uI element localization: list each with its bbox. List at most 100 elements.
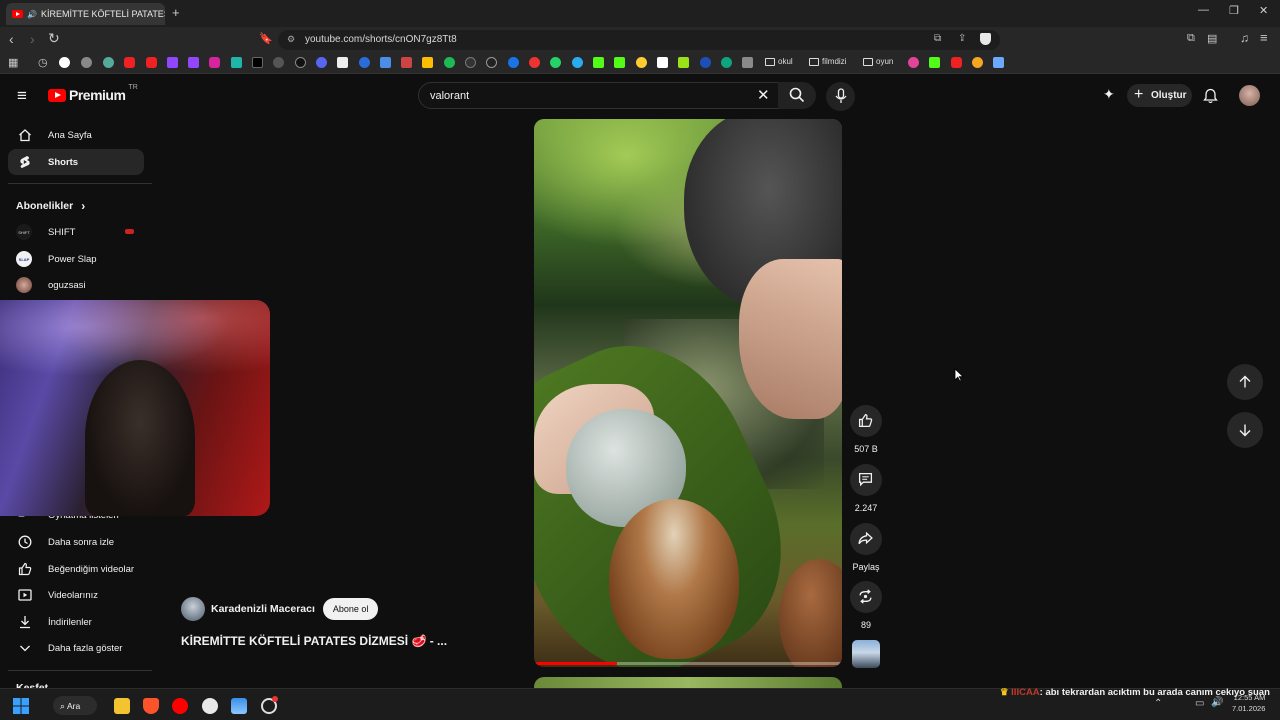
bookmark-icon-3[interactable]: [103, 57, 114, 68]
sidebar-item-your-videos[interactable]: Videolarınız: [8, 582, 144, 608]
subscriptions-heading[interactable]: Abonelikler ›: [16, 199, 85, 213]
bookmark-icon-16[interactable]: [359, 57, 370, 68]
taskbar-search[interactable]: ⌕ Ara: [53, 696, 97, 715]
reload-icon[interactable]: ↻: [48, 30, 60, 47]
instagram-bookmark-icon[interactable]: [209, 57, 220, 68]
like-button[interactable]: [850, 405, 882, 437]
restore-icon[interactable]: ❐: [1229, 4, 1239, 17]
bookmark-page-icon[interactable]: 🔖: [259, 32, 273, 45]
bookmark-icon-12[interactable]: [273, 57, 284, 68]
twitch-bookmark-icon[interactable]: [167, 57, 178, 68]
create-button[interactable]: + Oluştur: [1127, 84, 1192, 107]
sidebar-item-shorts[interactable]: Shorts: [8, 149, 144, 175]
star-bookmark-icon[interactable]: [972, 57, 983, 68]
voice-search-button[interactable]: [826, 82, 855, 111]
comments-button[interactable]: [850, 464, 882, 496]
brave-browser-icon[interactable]: [143, 698, 159, 714]
subscription-item-oguzsasi[interactable]: oguzsasi: [8, 272, 144, 298]
tiktok-bookmark-icon[interactable]: [295, 57, 306, 68]
bookmark-icon-10[interactable]: [231, 57, 242, 68]
file-explorer-icon[interactable]: [114, 698, 130, 714]
drive-bookmark-icon[interactable]: [422, 57, 433, 68]
remix-button[interactable]: [850, 581, 882, 613]
short-video-player[interactable]: [534, 119, 842, 667]
whatsapp-bookmark-icon[interactable]: [550, 57, 561, 68]
youtube-bookmark-icon-2[interactable]: [146, 57, 157, 68]
taskbar-clock[interactable]: 12:55 AM 7.01.2026: [1232, 692, 1265, 714]
share-page-icon[interactable]: ⇪: [958, 33, 966, 44]
apps-grid-icon[interactable]: ▦: [8, 56, 18, 69]
bookmark-icon-34[interactable]: [742, 57, 753, 68]
tray-network-icon[interactable]: ▭: [1195, 698, 1204, 709]
site-info-icon[interactable]: ⚙: [287, 34, 295, 45]
windows-start-icon[interactable]: [13, 698, 29, 714]
notifications-bell-icon[interactable]: [1203, 88, 1218, 104]
bookmark-icon-24[interactable]: [529, 57, 540, 68]
sidebar-item-show-more[interactable]: Daha fazla göster: [8, 635, 144, 661]
kick-bookmark-icon-3[interactable]: [929, 57, 940, 68]
bookmark-folder-okul[interactable]: okul: [765, 57, 793, 66]
kick-bookmark-icon-2[interactable]: [614, 57, 625, 68]
bookmark-icon-32[interactable]: [700, 57, 711, 68]
sound-thumbnail[interactable]: [852, 640, 880, 668]
account-avatar[interactable]: [1239, 85, 1260, 106]
share-button[interactable]: [850, 523, 882, 555]
open-in-app-icon[interactable]: ⧉: [934, 33, 941, 44]
google-bookmark-icon[interactable]: [59, 57, 70, 68]
url-field[interactable]: ⚙ youtube.com/shorts/cnON7gz8Tt8 ⧉ ⇪: [278, 30, 1000, 50]
next-short-button[interactable]: [1227, 412, 1263, 448]
subscription-item-shift[interactable]: SHIFT SHIFT: [8, 219, 144, 245]
app-icon-5[interactable]: [202, 698, 218, 714]
sidebar-item-liked-videos[interactable]: Beğendiğim videolar: [8, 556, 144, 582]
photos-app-icon[interactable]: [231, 698, 247, 714]
bookmark-icon-29[interactable]: [636, 57, 647, 68]
hamburger-menu-icon[interactable]: ≡: [17, 86, 27, 106]
window-close-icon[interactable]: ✕: [1259, 4, 1268, 17]
search-input[interactable]: valorant ✕: [418, 82, 780, 109]
bookmark-folder-oyun[interactable]: oyun: [863, 57, 893, 66]
bookmark-icon-42[interactable]: [993, 57, 1004, 68]
history-icon[interactable]: ◷: [38, 56, 48, 69]
clear-search-icon[interactable]: ✕: [757, 86, 770, 104]
discord-bookmark-icon[interactable]: [316, 57, 327, 68]
bookmark-icon-21[interactable]: [465, 57, 476, 68]
sidebar-item-watch-later[interactable]: Daha sonra izle: [8, 529, 144, 555]
video-progress-track[interactable]: [534, 662, 842, 665]
bookmark-folder-filmdizi[interactable]: filmdizi: [809, 57, 846, 66]
bookmark-icon-38[interactable]: [908, 57, 919, 68]
create-icon-cast[interactable]: ✦: [1103, 86, 1115, 103]
forward-icon[interactable]: ›: [30, 31, 35, 47]
bookmark-icon-17[interactable]: [380, 57, 391, 68]
short-title[interactable]: KİREMİTTE KÖFTELİ PATATES DİZMESİ 🥩 - ..…: [181, 634, 447, 648]
brave-shield-icon[interactable]: [980, 33, 991, 45]
bookmark-icon-33[interactable]: [721, 57, 732, 68]
next-short-preview[interactable]: [534, 677, 842, 688]
bookmark-icon-31[interactable]: [678, 57, 689, 68]
sidebar-item-downloads[interactable]: İndirilenler: [8, 609, 144, 635]
subscription-item-power-slap[interactable]: SLAP Power Slap: [8, 246, 144, 272]
bookmark-icon-18[interactable]: [401, 57, 412, 68]
spotify-bookmark-icon[interactable]: [444, 57, 455, 68]
media-icon[interactable]: ♫: [1240, 31, 1249, 45]
youtube-app-icon[interactable]: [172, 698, 188, 714]
sidebar-item-home[interactable]: Ana Sayfa: [8, 122, 144, 148]
channel-avatar[interactable]: [181, 597, 205, 621]
new-tab-icon[interactable]: +: [172, 5, 180, 20]
x-bookmark-icon[interactable]: [252, 57, 263, 68]
browser-tab[interactable]: 🔊 KİREMİTTE KÖFTELİ PATATES ✕: [6, 3, 165, 25]
bookmark-icon-30[interactable]: [657, 57, 668, 68]
tray-volume-icon[interactable]: 🔊: [1211, 697, 1223, 708]
bookmark-icon-15[interactable]: [337, 57, 348, 68]
subscribe-button[interactable]: Abone ol: [322, 598, 379, 620]
telegram-bookmark-icon[interactable]: [572, 57, 583, 68]
browser-menu-icon[interactable]: ≡: [1260, 30, 1268, 45]
youtube-bookmark-icon-3[interactable]: [951, 57, 962, 68]
tray-chevron-up-icon[interactable]: ⌃: [1154, 698, 1162, 709]
back-icon[interactable]: ‹: [9, 31, 14, 47]
sidebar-toggle-icon[interactable]: ▤: [1207, 32, 1217, 45]
youtube-premium-logo[interactable]: Premium TR: [48, 84, 138, 103]
channel-name[interactable]: Karadenizli Maceracı: [211, 603, 315, 615]
minimize-icon[interactable]: —: [1198, 4, 1209, 16]
previous-short-button[interactable]: [1227, 364, 1263, 400]
kick-bookmark-icon[interactable]: [593, 57, 604, 68]
